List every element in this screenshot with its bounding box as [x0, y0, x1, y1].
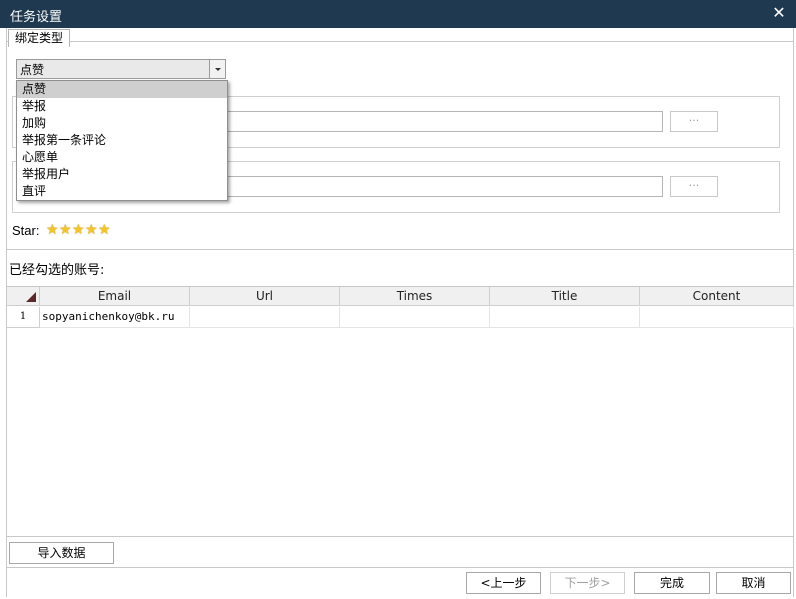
column-header-times[interactable]: Times [340, 287, 490, 306]
column-header-content[interactable]: Content [640, 287, 794, 306]
next-step-button[interactable]: 下一步> [550, 572, 625, 594]
title-bar: 任务设置 ✕ [0, 0, 796, 28]
column-header-email[interactable]: Email [40, 287, 190, 306]
star-rating[interactable]: ★★★★★ [46, 222, 111, 238]
dropdown-option-wishlist[interactable]: 心愿单 [17, 149, 227, 166]
table-cell-url[interactable] [190, 307, 340, 328]
dropdown-option-report-user[interactable]: 举报用户 [17, 166, 227, 183]
browse-button-2[interactable]: ··· [670, 176, 718, 197]
table-cell-title[interactable] [490, 307, 640, 328]
tab-divider [7, 41, 794, 42]
chevron-down-icon[interactable] [209, 60, 225, 78]
close-icon[interactable]: ✕ [770, 4, 788, 22]
selected-accounts-label: 已经勾选的账号: [9, 263, 105, 278]
prev-step-button[interactable]: <上一步 [466, 572, 541, 594]
dropdown-option-direct-review[interactable]: 直评 [17, 183, 227, 200]
dropdown-option-like[interactable]: 点赞 [17, 81, 227, 98]
browse-button-1[interactable]: ··· [670, 111, 718, 132]
section-divider [7, 249, 794, 250]
dropdown-option-report[interactable]: 举报 [17, 98, 227, 115]
table-cell-email[interactable]: sopyanichenkoy@bk.ru [40, 307, 190, 328]
accounts-table: Email Url Times Title Content 1 sopyanic… [7, 286, 794, 536]
star-icon[interactable]: ★ [98, 222, 111, 238]
bind-type-selected-value: 点赞 [20, 63, 45, 77]
table-cell-times[interactable] [340, 307, 490, 328]
table-bottom-divider [7, 536, 794, 537]
star-icon[interactable]: ★ [59, 222, 72, 238]
table-corner-select-all[interactable] [7, 287, 40, 306]
window-title: 任务设置 [10, 10, 63, 25]
file-path-input-1[interactable] [226, 111, 663, 132]
bind-type-dropdown-list: 点赞 举报 加购 举报第一条评论 心愿单 举报用户 直评 [16, 80, 228, 201]
column-header-title[interactable]: Title [490, 287, 640, 306]
star-label: Star: [12, 223, 40, 238]
bind-type-select[interactable]: 点赞 [16, 59, 226, 79]
table-row-number[interactable]: 1 [7, 307, 40, 328]
star-icon[interactable]: ★ [85, 222, 98, 238]
table-cell-content[interactable] [640, 307, 794, 328]
dropdown-option-report-first-review[interactable]: 举报第一条评论 [17, 132, 227, 149]
cancel-button[interactable]: 取消 [716, 572, 791, 594]
finish-button[interactable]: 完成 [634, 572, 710, 594]
file-path-input-2[interactable] [226, 176, 663, 197]
column-header-url[interactable]: Url [190, 287, 340, 306]
footer-divider [7, 567, 794, 568]
star-icon[interactable]: ★ [72, 222, 85, 238]
star-icon[interactable]: ★ [46, 222, 59, 238]
tab-bind-type[interactable]: 绑定类型 [8, 29, 71, 47]
import-data-button[interactable]: 导入数据 [9, 542, 114, 564]
dropdown-option-add-to-cart[interactable]: 加购 [17, 115, 227, 132]
